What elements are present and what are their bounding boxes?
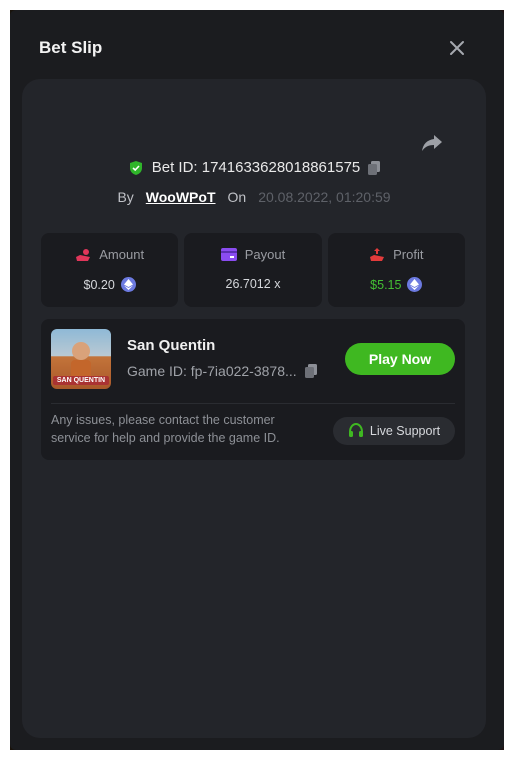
support-notice: Any issues, please contact the customer …	[51, 413, 280, 445]
profit-value-row: $5.15	[328, 277, 465, 292]
payout-value-row: 26.7012 x	[184, 277, 321, 291]
amount-label: Amount	[99, 247, 145, 262]
modal-header: Bet Slip	[10, 10, 504, 86]
shield-check-icon	[129, 160, 142, 175]
game-thumbnail[interactable]: SAN QUENTIN	[51, 329, 111, 389]
bet-details-card: Bet ID: 1741633628018861575 By WooWPoT O…	[22, 79, 486, 738]
payout-header: Payout	[184, 247, 321, 262]
payout-value: 26.7012 x	[225, 277, 281, 291]
profit-header: Profit	[328, 247, 465, 262]
close-button[interactable]	[447, 38, 467, 58]
bet-stats: Amount $0.20 Payout 26.7012 x Profit $5.…	[41, 233, 465, 307]
bet-id-text: Bet ID: 1741633628018861575	[151, 159, 361, 176]
bet-meta-row: By WooWPoT On 20.08.2022, 01:20:59	[22, 189, 486, 205]
profit-label: Profit	[393, 247, 424, 262]
payout-stat: Payout 26.7012 x	[184, 233, 322, 307]
ethereum-icon	[407, 277, 423, 292]
game-id-text: Game ID: fp-7ia022-3878...	[127, 363, 297, 379]
game-id-row: Game ID: fp-7ia022-3878...	[127, 363, 317, 379]
profit-hand-icon	[370, 247, 385, 261]
divider	[51, 403, 455, 404]
profit-stat: Profit $5.15	[327, 233, 465, 307]
ethereum-icon	[120, 277, 136, 292]
play-now-button[interactable]: Play Now	[345, 343, 455, 375]
bet-id-row: Bet ID: 1741633628018861575	[22, 159, 486, 176]
by-label: By	[117, 189, 134, 205]
modal-title: Bet Slip	[39, 38, 103, 57]
copy-icon[interactable]	[304, 364, 317, 378]
profit-value: $5.15	[370, 277, 402, 292]
on-label: On	[227, 189, 247, 205]
username-link[interactable]: WooWPoT	[146, 189, 216, 205]
card-icon	[220, 248, 237, 261]
live-support-label: Live Support	[369, 424, 441, 438]
game-panel: SAN QUENTIN San Quentin Game ID: fp-7ia0…	[41, 319, 465, 460]
bet-date: 20.08.2022, 01:20:59	[258, 189, 391, 205]
share-icon	[422, 135, 442, 151]
close-icon	[450, 41, 464, 55]
game-thumbnail-label: SAN QUENTIN	[53, 376, 109, 385]
copy-icon[interactable]	[368, 160, 381, 175]
share-button[interactable]	[420, 131, 444, 155]
live-support-button[interactable]: Live Support	[333, 417, 455, 445]
bet-slip-modal: Bet Slip Bet ID: 1741633628018861575 By …	[10, 10, 504, 750]
amount-stat: Amount $0.20	[41, 233, 179, 307]
amount-value: $0.20	[83, 277, 115, 292]
hand-coins-icon	[76, 248, 91, 261]
amount-value-row: $0.20	[41, 277, 178, 292]
payout-label: Payout	[244, 247, 286, 262]
headset-icon	[348, 423, 363, 437]
amount-header: Amount	[41, 247, 178, 262]
game-title: San Quentin	[127, 337, 216, 354]
